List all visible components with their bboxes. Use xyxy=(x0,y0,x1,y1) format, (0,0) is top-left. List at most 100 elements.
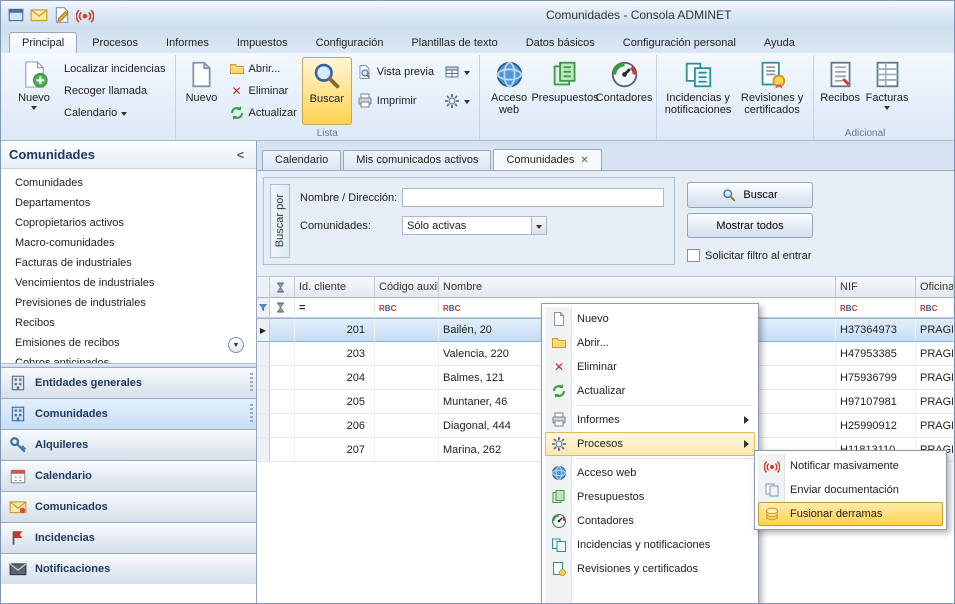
imprimir-button[interactable]: Imprimir xyxy=(352,91,439,111)
sidebar-item-departamentos[interactable]: Departamentos xyxy=(1,193,256,213)
receipt-icon xyxy=(826,60,855,89)
mail-icon[interactable] xyxy=(30,6,48,24)
globe-icon xyxy=(551,465,567,481)
ribbon-tab-configuracion[interactable]: Configuración xyxy=(303,32,397,53)
eliminar-button[interactable]: ✕Eliminar xyxy=(224,81,302,101)
nav-comunidades[interactable]: Comunidades xyxy=(1,398,256,429)
buscar-big-button[interactable]: Buscar xyxy=(302,57,352,125)
column-header-oficina[interactable]: Oficina xyxy=(916,277,954,298)
collapse-sidebar-icon[interactable]: < xyxy=(233,148,248,162)
grid-view-dropdown-button[interactable] xyxy=(439,62,475,82)
vista-previa-button[interactable]: Vista previa xyxy=(352,62,439,82)
drag-grip[interactable] xyxy=(250,373,253,393)
lista-nuevo-button[interactable]: Nuevo xyxy=(180,57,224,125)
filter-cell-nif[interactable]: RBC xyxy=(836,298,916,318)
ribbon-tab-plantillas[interactable]: Plantillas de texto xyxy=(398,32,510,53)
nav-comunicados[interactable]: Comunicados xyxy=(1,491,256,522)
buscar-por-label: Buscar por xyxy=(270,184,290,258)
actualizar-button[interactable]: Actualizar xyxy=(224,103,302,123)
menu-item-acceso-web[interactable]: Acceso web xyxy=(545,461,755,485)
filter-cell-codigo-auxiliar[interactable]: RBC xyxy=(375,298,439,318)
submenu-item-fusionar-derramas[interactable]: Fusionar derramas xyxy=(758,502,943,526)
nav-entidades-generales[interactable]: Entidades generales xyxy=(1,367,256,398)
solicitar-filtro-checkbox[interactable] xyxy=(687,249,700,262)
broadcast-icon[interactable] xyxy=(76,6,94,24)
window-icon[interactable] xyxy=(7,6,25,24)
menu-item-presupuestos[interactable]: Presupuestos xyxy=(545,485,755,509)
sidebar-item-copropietarios-activos[interactable]: Copropietarios activos xyxy=(1,213,256,233)
facturas-button[interactable]: Facturas xyxy=(862,57,912,125)
menu-item-procesos[interactable]: Procesos xyxy=(545,432,755,456)
settings-dropdown-button[interactable] xyxy=(439,91,475,111)
filter-cell-id-cliente[interactable]: = xyxy=(295,298,375,318)
sidebar-item-facturas-industriales[interactable]: Facturas de industriales xyxy=(1,253,256,273)
menu-item-nuevo[interactable]: Nuevo xyxy=(545,307,755,331)
comunidades-filter-label: Comunidades: xyxy=(300,220,402,232)
recoger-llamada-button[interactable]: Recoger llamada xyxy=(59,81,171,101)
tab-comunidades[interactable]: Comunidades✕ xyxy=(493,149,601,170)
mostrar-todos-button[interactable]: Mostrar todos xyxy=(687,213,813,238)
localizar-incidencias-button[interactable]: Localizar incidencias xyxy=(59,59,171,79)
filter-cell-oficina[interactable]: RBC xyxy=(916,298,954,318)
edit-document-icon[interactable] xyxy=(53,6,71,24)
sidebar-item-previsiones-industriales[interactable]: Previsiones de industriales xyxy=(1,293,256,313)
sidebar-item-recibos[interactable]: Recibos xyxy=(1,313,256,333)
abrir-button[interactable]: Abrir... xyxy=(224,59,302,79)
ribbon-tab-procesos[interactable]: Procesos xyxy=(79,32,151,53)
column-header-codigo-auxiliar[interactable]: Código auxiliar xyxy=(375,277,439,298)
nuevo-big-button[interactable]: Nuevo xyxy=(9,57,59,125)
acceso-web-button[interactable]: Acceso web xyxy=(484,57,534,125)
menu-item-informes[interactable]: Informes xyxy=(545,408,755,432)
column-header-nif[interactable]: NIF xyxy=(836,277,916,298)
menu-item-revisiones-certificados[interactable]: Revisiones y certificados xyxy=(545,557,755,581)
sidebar-item-comunidades[interactable]: Comunidades xyxy=(1,173,256,193)
building-icon xyxy=(9,374,27,392)
sidebar-item-emisiones-recibos[interactable]: Emisiones de recibos xyxy=(1,333,256,353)
ribbon-tab-principal[interactable]: Principal xyxy=(9,32,77,53)
chevron-down-icon xyxy=(884,106,890,110)
presupuestos-button[interactable]: Presupuestos xyxy=(534,57,596,125)
incidencias-notificaciones-button[interactable]: Incidencias y notificaciones xyxy=(661,57,735,125)
tab-calendario[interactable]: Calendario xyxy=(262,150,341,170)
tab-mis-comunicados-activos[interactable]: Mis comunicados activos xyxy=(343,150,491,170)
ribbon-tab-impuestos[interactable]: Impuestos xyxy=(224,32,301,53)
column-header-id-cliente[interactable]: Id. cliente xyxy=(295,277,375,298)
calendario-button[interactable]: Calendario xyxy=(59,103,171,123)
ribbon-tab-configuracion-personal[interactable]: Configuración personal xyxy=(610,32,749,53)
menu-item-eliminar[interactable]: ✕Eliminar xyxy=(545,355,755,379)
buscar-button[interactable]: Buscar xyxy=(687,182,813,208)
sidebar-item-cobros-anticipados[interactable]: Cobros anticipados xyxy=(1,353,256,363)
comunidades-dropdown[interactable]: Sólo activas xyxy=(402,216,547,235)
contadores-button[interactable]: Contadores xyxy=(596,57,652,125)
menu-item-contadores[interactable]: Contadores xyxy=(545,509,755,533)
close-tab-icon[interactable]: ✕ xyxy=(580,155,588,166)
column-header-nombre[interactable]: Nombre xyxy=(439,277,836,298)
sidebar-item-macro-comunidades[interactable]: Macro-comunidades xyxy=(1,233,256,253)
nombre-direccion-input[interactable] xyxy=(402,188,664,207)
menu-item-incidencias-notificaciones[interactable]: Incidencias y notificaciones xyxy=(545,533,755,557)
nav-incidencias[interactable]: Incidencias xyxy=(1,522,256,553)
nav-notificaciones[interactable]: Notificaciones xyxy=(1,553,256,584)
menu-item-actualizar[interactable]: Actualizar xyxy=(545,379,755,403)
nav-alquileres[interactable]: Alquileres xyxy=(1,429,256,460)
ribbon-tab-informes[interactable]: Informes xyxy=(153,32,222,53)
drag-grip[interactable] xyxy=(250,404,253,424)
nav-calendario[interactable]: Calendario xyxy=(1,460,256,491)
recibos-button[interactable]: Recibos xyxy=(818,57,862,125)
ribbon-tab-datos-basicos[interactable]: Datos básicos xyxy=(513,32,608,53)
ribbon-tab-ayuda[interactable]: Ayuda xyxy=(751,32,808,53)
submenu-item-enviar-documentacion[interactable]: Enviar documentación xyxy=(758,478,943,502)
revisiones-certificados-button[interactable]: Revisiones y certificados xyxy=(735,57,809,125)
row-indicator-header xyxy=(257,277,270,298)
row-indicator: ▶ xyxy=(257,318,270,342)
scroll-down-icon[interactable]: ▼ xyxy=(228,337,244,353)
dropdown-button[interactable] xyxy=(531,217,546,234)
icon-column-header[interactable] xyxy=(270,277,295,298)
sidebar-item-vencimientos-industriales[interactable]: Vencimientos de industriales xyxy=(1,273,256,293)
filter-icon-cell[interactable] xyxy=(270,298,295,318)
sheets-icon xyxy=(551,489,567,505)
submenu-item-notificar-masivamente[interactable]: Notificar masivamente xyxy=(758,454,943,478)
menu-item-abrir[interactable]: Abrir... xyxy=(545,331,755,355)
equals-filter-icon: = xyxy=(299,302,305,314)
print-preview-icon xyxy=(357,64,373,80)
